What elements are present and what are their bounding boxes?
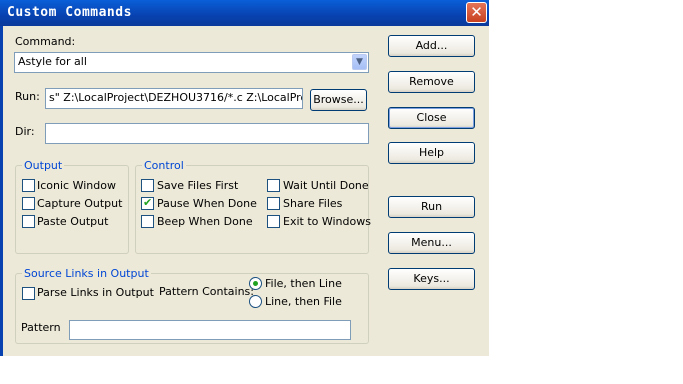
dir-field[interactable] (45, 123, 369, 144)
wait-until-done-label: Wait Until Done (283, 179, 369, 192)
source-links-group-title: Source Links in Output (22, 267, 151, 280)
parse-links-label: Parse Links in Output (37, 286, 154, 299)
line-then-file-radio[interactable] (249, 295, 262, 308)
paste-output-label: Paste Output (37, 215, 109, 228)
capture-output-checkbox[interactable] (22, 197, 35, 210)
share-files-checkbox[interactable] (267, 197, 280, 210)
pattern-field[interactable] (69, 320, 351, 340)
dir-label: Dir: (15, 125, 35, 138)
run-value: s" Z:\LocalProject\DEZHOU3716/*.c Z:\Loc… (49, 91, 303, 104)
command-label: Command: (15, 35, 76, 48)
file-then-line-radio[interactable] (249, 277, 262, 290)
menu-button[interactable]: Menu... (388, 232, 475, 254)
wait-until-done-checkbox[interactable] (267, 179, 280, 192)
output-group-title: Output (22, 159, 65, 172)
iconic-window-checkbox[interactable] (22, 179, 35, 192)
file-then-line-label: File, then Line (265, 277, 342, 290)
run-button[interactable]: Run (388, 196, 475, 218)
control-group-title: Control (142, 159, 186, 172)
custom-commands-dialog: Custom Commands ✕ Command: Astyle for al… (0, 0, 489, 356)
parse-links-checkbox[interactable] (22, 287, 35, 300)
capture-output-label: Capture Output (37, 197, 123, 210)
keys-button[interactable]: Keys... (388, 268, 475, 290)
pause-when-done-label: Pause When Done (157, 197, 257, 210)
pattern-contains-label: Pattern Contains: (159, 285, 254, 298)
beep-when-done-checkbox[interactable] (141, 215, 154, 228)
help-button[interactable]: Help (388, 142, 475, 164)
window-border (0, 26, 3, 356)
remove-button[interactable]: Remove (388, 71, 475, 93)
save-files-first-checkbox[interactable] (141, 179, 154, 192)
title-bar[interactable]: Custom Commands ✕ (0, 0, 489, 26)
add-button[interactable]: Add... (388, 35, 475, 57)
run-field[interactable]: s" Z:\LocalProject\DEZHOU3716/*.c Z:\Loc… (45, 88, 303, 109)
command-combo[interactable]: Astyle for all ▼ (14, 52, 369, 73)
command-value: Astyle for all (18, 55, 87, 68)
run-label: Run: (15, 90, 40, 103)
pattern-label: Pattern (21, 321, 61, 334)
close-icon[interactable]: ✕ (466, 2, 487, 23)
browse-button[interactable]: Browse... (310, 89, 367, 111)
beep-when-done-label: Beep When Done (157, 215, 253, 228)
pause-when-done-checkbox[interactable] (141, 196, 154, 210)
chevron-down-icon[interactable]: ▼ (352, 54, 367, 70)
exit-to-windows-label: Exit to Windows (283, 215, 371, 228)
dialog-title: Custom Commands (7, 5, 132, 20)
share-files-label: Share Files (283, 197, 343, 210)
paste-output-checkbox[interactable] (22, 215, 35, 228)
save-files-first-label: Save Files First (157, 179, 239, 192)
exit-to-windows-checkbox[interactable] (267, 215, 280, 228)
iconic-window-label: Iconic Window (37, 179, 116, 192)
line-then-file-label: Line, then File (265, 295, 342, 308)
close-button[interactable]: Close (388, 107, 475, 129)
